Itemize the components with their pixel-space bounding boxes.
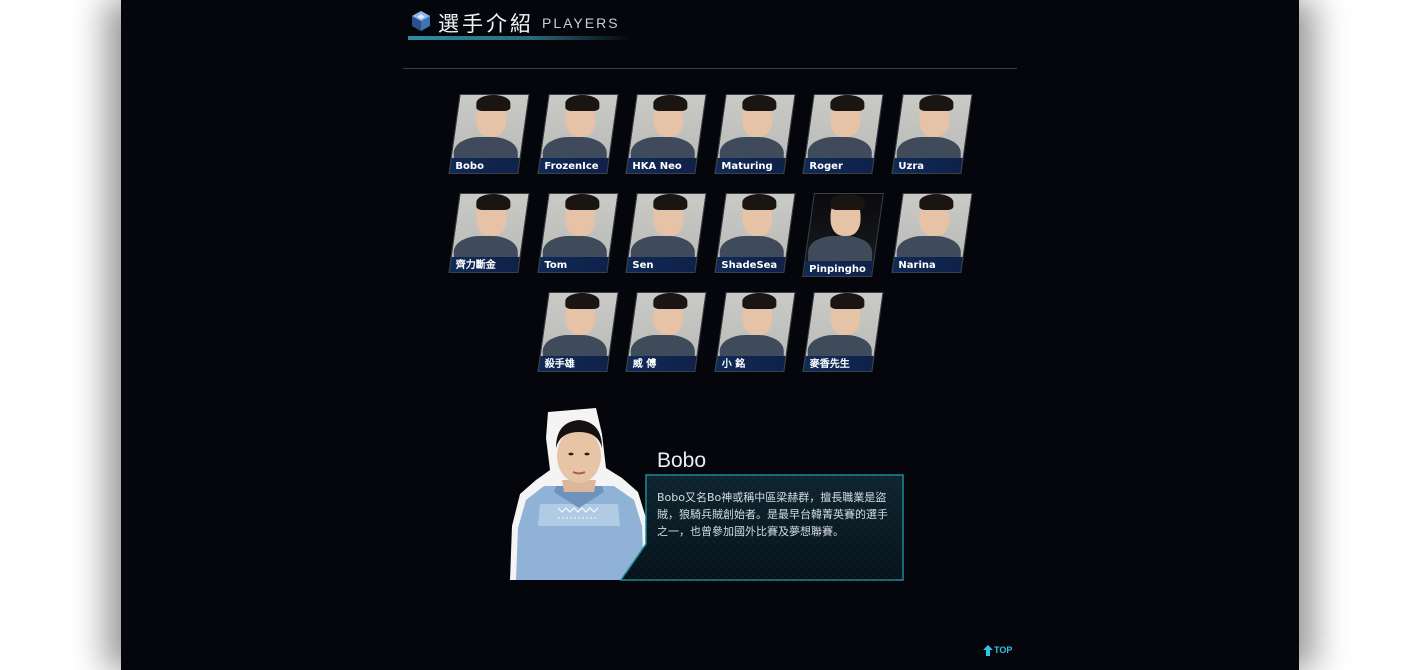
title-underline (408, 36, 630, 40)
player-name: Uzra (898, 161, 925, 172)
player-name: ShadeSea (721, 260, 778, 271)
player-card[interactable]: Tom (537, 193, 619, 273)
player-card[interactable]: Sen (625, 193, 707, 273)
player-card[interactable]: Pinpingho (802, 193, 884, 277)
player-name: 威 傅 (632, 359, 657, 370)
player-photo-hair (742, 293, 777, 309)
player-name: 麥香先生 (809, 359, 850, 370)
player-name: FrozenIce (544, 161, 599, 172)
player-photo-hair (830, 95, 865, 111)
player-card[interactable]: Narina (891, 193, 973, 273)
player-photo-hair (565, 293, 600, 309)
player-name: Tom (544, 260, 568, 271)
player-card[interactable]: Maturing (714, 94, 796, 174)
player-photo-hair (565, 95, 600, 111)
featured-player-name: Bobo (657, 449, 707, 472)
up-arrow-icon (983, 645, 993, 657)
player-name: Pinpingho (809, 264, 866, 275)
crystal-gem-icon (412, 11, 430, 31)
page-subtitle: PLAYERS (542, 15, 620, 31)
player-card[interactable]: ShadeSea (714, 193, 796, 273)
player-photo-hair (653, 95, 688, 111)
back-to-top-label: TOP (994, 645, 1013, 655)
player-name: Bobo (455, 161, 484, 172)
player-name: Narina (898, 260, 936, 271)
player-photo-hair (653, 194, 688, 210)
player-photo-hair (476, 194, 511, 210)
player-photo-hair (653, 293, 688, 309)
page-title: 選手介紹 (438, 12, 534, 36)
player-photo-hair (830, 194, 865, 210)
featured-player-description: Bobo又名Bo神或稱中區梁赫群，擅長職業是盜賊，狼騎兵賊創始者。是最早台韓菁英… (657, 491, 888, 538)
player-card[interactable]: 小 銘 (714, 292, 796, 372)
player-photo-hair (742, 194, 777, 210)
player-card[interactable]: HKA Neo (625, 94, 707, 174)
player-photo-hair (565, 194, 600, 210)
player-card[interactable]: Roger (802, 94, 884, 174)
player-photo-hair (919, 194, 954, 210)
player-card[interactable]: 齊力斷金 (448, 193, 530, 273)
player-card[interactable]: Bobo (448, 94, 530, 174)
player-card[interactable]: 殺手雄 (537, 292, 619, 372)
player-name: 小 銘 (721, 359, 746, 370)
player-name: HKA Neo (632, 161, 682, 172)
player-name: 齊力斷金 (455, 260, 496, 271)
player-card[interactable]: 麥香先生 (802, 292, 884, 372)
back-to-top-link[interactable]: TOP (983, 645, 1013, 657)
player-name: Roger (809, 161, 843, 172)
player-card[interactable]: 威 傅 (625, 292, 707, 372)
player-name: Sen (632, 260, 654, 271)
player-card[interactable]: Uzra (891, 94, 973, 174)
player-name: Maturing (721, 161, 773, 172)
player-name: 殺手雄 (544, 359, 575, 370)
header-divider (403, 68, 1017, 69)
player-photo-hair (830, 293, 865, 309)
player-photo-hair (742, 95, 777, 111)
player-photo-hair (476, 95, 511, 111)
player-photo-hair (919, 95, 954, 111)
player-card[interactable]: FrozenIce (537, 94, 619, 174)
section-header: 選手介紹 PLAYERS (408, 8, 633, 42)
